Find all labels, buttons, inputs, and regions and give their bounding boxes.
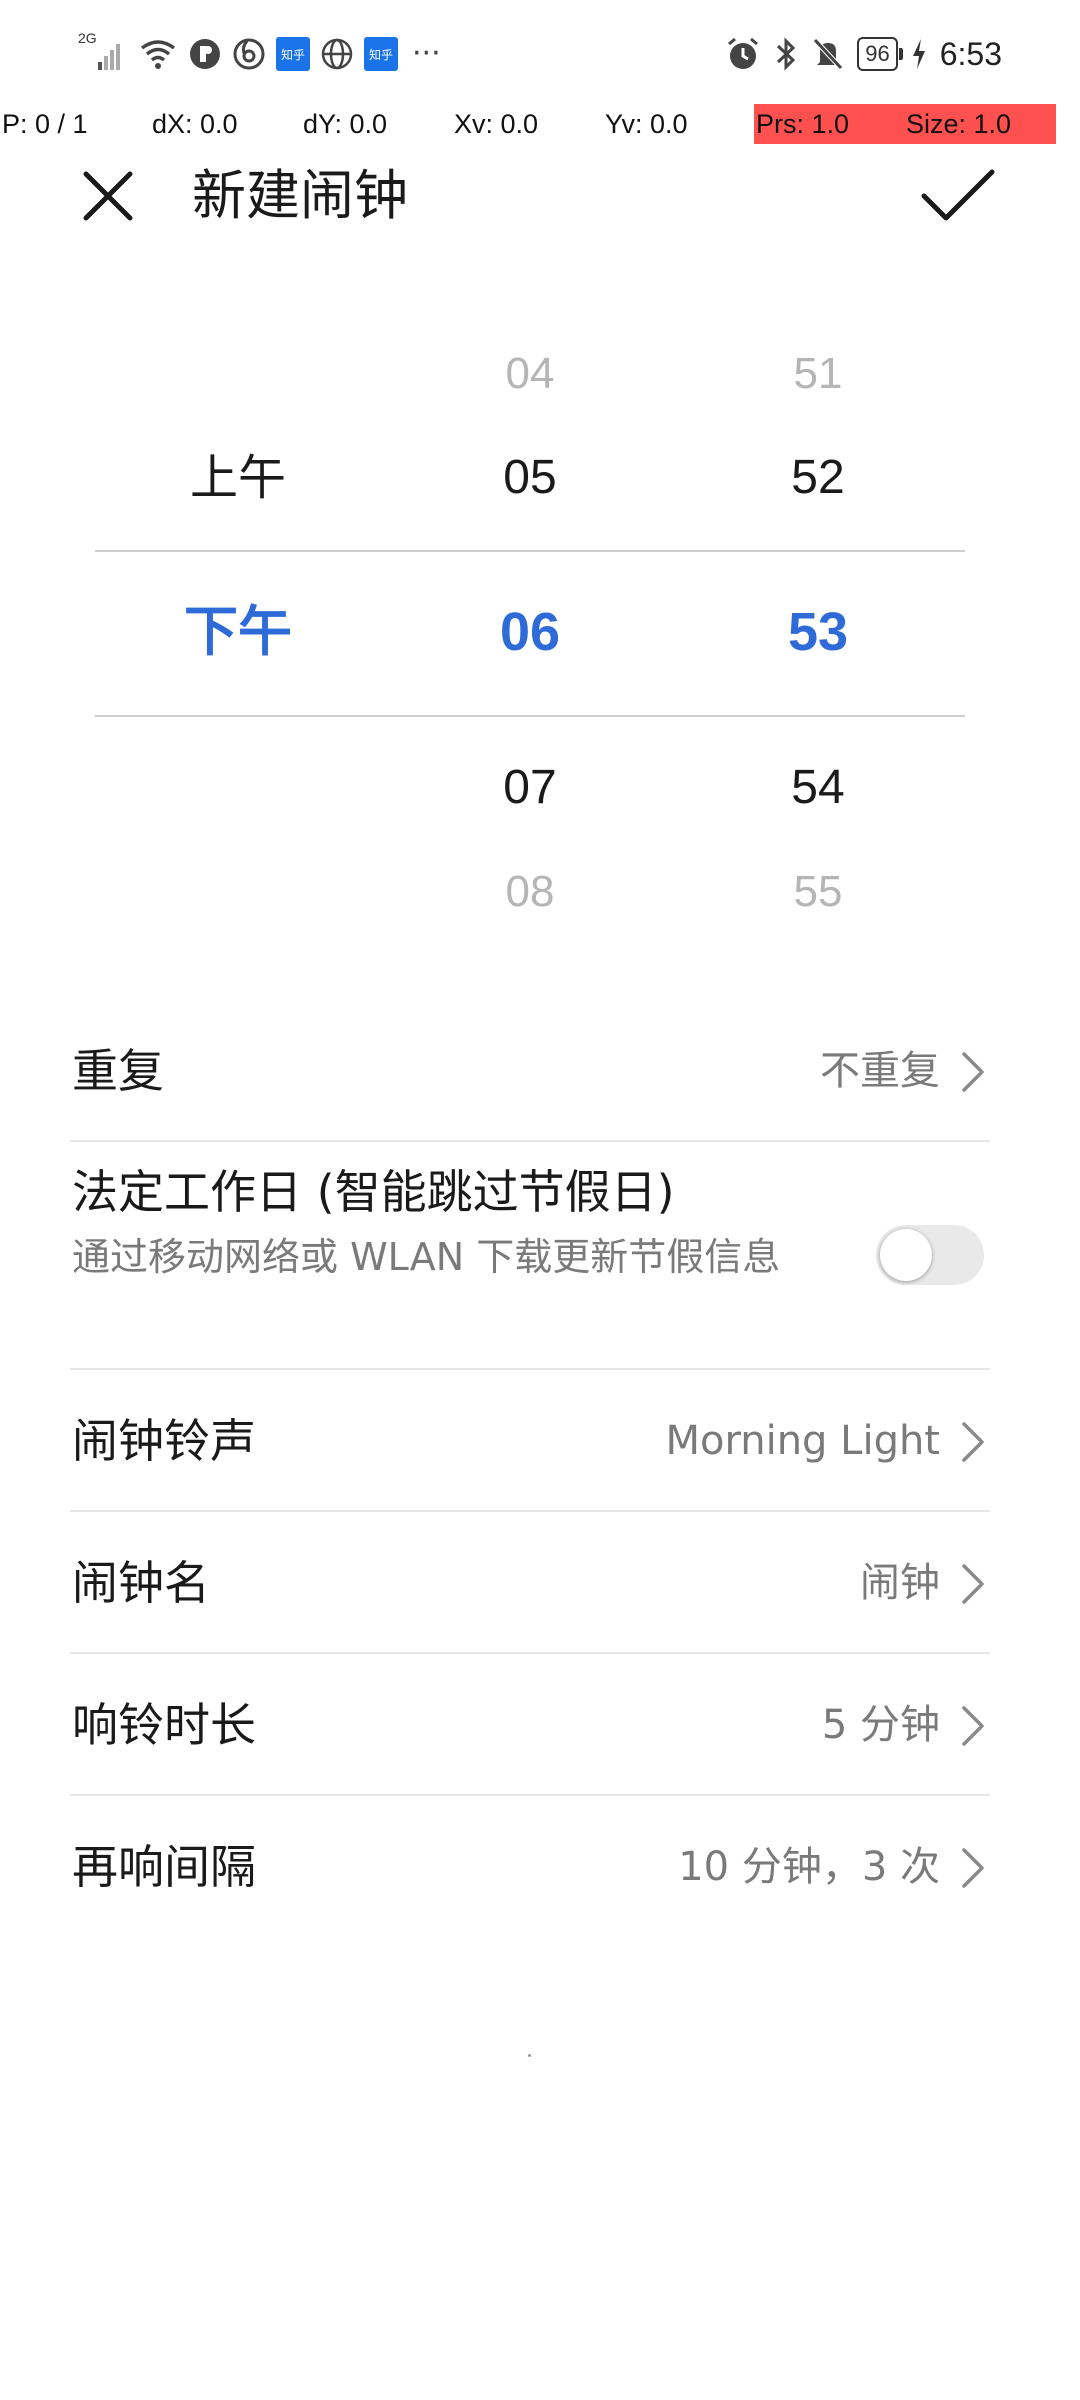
debug-yv: Yv: 0.0 [605, 109, 688, 139]
zhihu-icon: 知乎 [364, 37, 398, 71]
ring-duration-value: 5 分钟 [821, 1702, 940, 1748]
alarm-name-row[interactable]: 闹钟名 闹钟 [70, 1512, 990, 1654]
debug-xv: Xv: 0.0 [454, 109, 539, 139]
chevron-right-icon [962, 1052, 984, 1092]
picker-minute-below-1[interactable]: 54 [718, 756, 918, 820]
picker-divider-top [95, 550, 965, 552]
snooze-row[interactable]: 再响间隔 10 分钟，3 次 [70, 1796, 990, 1938]
pointer-location-overlay: P: 0 / 1 dX: 0.0 dY: 0.0 Xv: 0.0 Yv: 0.0… [0, 104, 1080, 144]
alarm-icon [728, 37, 759, 69]
ringtone-value: Morning Light [665, 1418, 940, 1464]
picker-hour-selected[interactable]: 06 [430, 596, 630, 668]
ringtone-row[interactable]: 闹钟铃声 Morning Light [70, 1370, 990, 1512]
confirm-button[interactable] [914, 152, 1000, 238]
zhihu-icon-label: 知乎 [280, 47, 305, 62]
mute-icon [813, 38, 844, 70]
app-notification-icon [190, 39, 220, 69]
picker-divider-bottom [95, 715, 965, 717]
check-icon [921, 169, 995, 221]
chevron-right-icon [962, 1422, 984, 1462]
alarm-name-value: 闹钟 [860, 1560, 940, 1606]
time-picker[interactable]: 上午 下午 04 05 06 07 08 51 52 53 54 55 [0, 320, 1080, 940]
alarm-name-label: 闹钟名 [72, 1556, 210, 1610]
repeat-row[interactable]: 重复 不重复 [70, 1000, 990, 1142]
ringtone-label: 闹钟铃声 [72, 1414, 256, 1468]
workday-label: 法定工作日 (智能跳过节假日) [72, 1165, 675, 1219]
debug-dy: dY: 0.0 [303, 109, 388, 139]
picker-hour-below-2[interactable]: 08 [430, 862, 630, 922]
picker-period-selected[interactable]: 下午 [138, 596, 338, 668]
chevron-right-icon [962, 1848, 984, 1888]
zhihu-icon-label: 知乎 [368, 47, 393, 62]
status-bar-right: 96 6:53 [725, 30, 1002, 78]
picker-minute-above-1[interactable]: 52 [718, 446, 918, 510]
zhihu-icon: 知乎 [276, 37, 310, 71]
picker-period-above[interactable]: 上午 [138, 446, 338, 510]
repeat-value: 不重复 [820, 1048, 940, 1094]
workday-toggle[interactable] [876, 1225, 984, 1285]
status-bar: 2G 知乎 知乎 ··· 96 6:53 [0, 0, 1080, 100]
workday-row: 法定工作日 (智能跳过节假日) 通过移动网络或 WLAN 下载更新节假信息 [70, 1142, 990, 1370]
wifi-icon [140, 40, 176, 69]
repeat-label: 重复 [72, 1044, 164, 1098]
toggle-knob [880, 1229, 932, 1281]
picker-minute-below-2[interactable]: 55 [718, 862, 918, 922]
settings-list: 重复 不重复 法定工作日 (智能跳过节假日) 通过移动网络或 WLAN 下载更新… [70, 1000, 990, 1938]
bluetooth-icon [777, 37, 796, 71]
snooze-value: 10 分钟，3 次 [678, 1844, 940, 1890]
battery-indicator: 96 [857, 37, 904, 71]
picker-hour-above-1[interactable]: 05 [430, 446, 630, 510]
close-button[interactable] [70, 158, 146, 234]
status-time: 6:53 [939, 35, 1002, 72]
debug-pointers: P: 0 / 1 [2, 109, 88, 139]
charging-icon [912, 39, 925, 69]
ring-duration-label: 响铃时长 [72, 1698, 256, 1752]
debug-prs: Prs: 1.0 [756, 109, 850, 139]
gesture-indicator [528, 2054, 531, 2057]
globe-icon [321, 38, 353, 70]
picker-minute-above-2[interactable]: 51 [718, 344, 918, 404]
picker-hour-above-2[interactable]: 04 [430, 344, 630, 404]
picker-minute-selected[interactable]: 53 [718, 596, 918, 668]
debug-dx: dX: 0.0 [152, 109, 238, 139]
more-notifications-icon: ··· [412, 36, 441, 71]
debug-size: Size: 1.0 [906, 109, 1012, 139]
music-app-icon [233, 38, 265, 70]
picker-hour-below-1[interactable]: 07 [430, 756, 630, 820]
snooze-label: 再响间隔 [72, 1840, 256, 1894]
chevron-right-icon [962, 1706, 984, 1746]
status-bar-left: 2G 知乎 知乎 ··· [78, 30, 441, 78]
header: 新建闹钟 [0, 140, 1080, 252]
ring-duration-row[interactable]: 响铃时长 5 分钟 [70, 1654, 990, 1796]
workday-description: 通过移动网络或 WLAN 下载更新节假信息 [72, 1235, 781, 1279]
page-title: 新建闹钟 [192, 164, 408, 227]
close-icon [83, 171, 133, 221]
signal-icon: 2G [78, 30, 128, 74]
chevron-right-icon [962, 1564, 984, 1604]
